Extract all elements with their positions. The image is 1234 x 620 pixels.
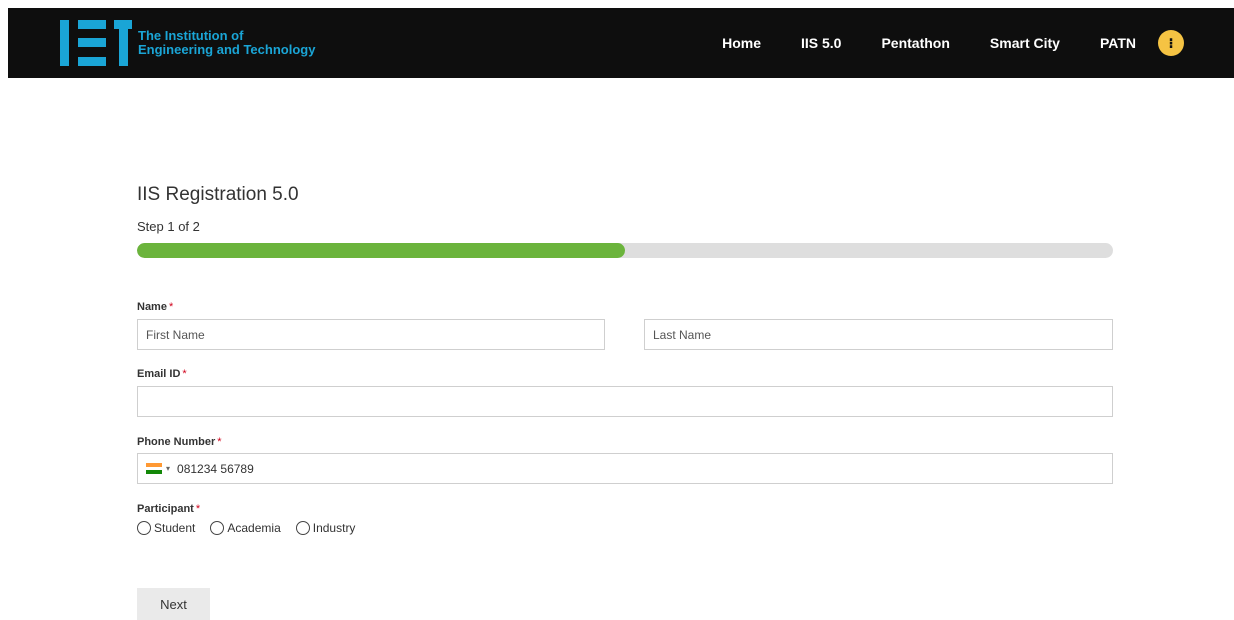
nav-iis[interactable]: IIS 5.0 <box>801 35 841 51</box>
required-marker: * <box>182 368 187 380</box>
email-field[interactable] <box>137 386 1113 417</box>
last-name-field[interactable]: Last Name <box>644 319 1113 350</box>
required-marker: * <box>168 301 174 313</box>
iet-logo-mark <box>60 20 132 66</box>
radio-industry[interactable]: Industry <box>295 521 356 535</box>
radio-circle-icon[interactable] <box>210 521 225 535</box>
last-name-placeholder: Last Name <box>653 327 712 342</box>
step-indicator: Step 1 of 2 <box>137 219 200 234</box>
main-nav: Home IIS 5.0 Pentathon Smart City PATN ⁝ <box>722 8 1184 78</box>
iet-logo[interactable]: The Institution of Engineering and Techn… <box>60 20 315 66</box>
radio-student-label: Student <box>154 521 196 535</box>
name-label-text: Name <box>137 301 167 313</box>
nav-home[interactable]: Home <box>722 35 761 51</box>
progress-bar <box>137 243 1113 258</box>
participant-label-text: Participant <box>137 503 194 515</box>
site-header: The Institution of Engineering and Techn… <box>8 8 1234 78</box>
logo-text-line2: Engineering and Technology <box>138 42 316 57</box>
required-marker: * <box>217 436 222 448</box>
phone-label: Phone Number * <box>137 436 222 448</box>
radio-industry-label: Industry <box>312 521 356 535</box>
india-flag-icon[interactable] <box>146 463 162 474</box>
first-name-field[interactable]: First Name <box>137 319 605 350</box>
chevron-down-icon[interactable]: ▾ <box>166 464 170 473</box>
participant-label: Participant * <box>137 503 200 515</box>
radio-circle-icon[interactable] <box>137 521 151 535</box>
progress-bar-fill <box>137 243 625 258</box>
name-label: Name * <box>137 301 173 313</box>
nav-pentathon[interactable]: Pentathon <box>881 35 949 51</box>
email-label-text: Email ID <box>137 368 181 380</box>
page-title: IIS Registration 5.0 <box>137 184 299 205</box>
first-name-placeholder: First Name <box>146 327 205 342</box>
radio-academia[interactable]: Academia <box>210 521 281 535</box>
radio-student[interactable]: Student <box>137 521 195 535</box>
email-label: Email ID * <box>137 368 187 380</box>
required-marker: * <box>195 503 201 515</box>
iet-logo-text: The Institution of Engineering and Techn… <box>138 29 315 57</box>
nav-patn[interactable]: PATN <box>1100 35 1136 51</box>
participant-radio-group: Student Academia Industry <box>137 521 370 535</box>
radio-circle-icon[interactable] <box>295 521 310 535</box>
info-icon[interactable]: ⁝ <box>1158 30 1184 56</box>
logo-text-line1: The Institution of <box>138 28 244 43</box>
next-button[interactable]: Next <box>137 588 210 620</box>
phone-field[interactable]: ▾ 081234 56789 <box>137 453 1113 484</box>
nav-smart-city[interactable]: Smart City <box>990 35 1060 51</box>
radio-academia-label: Academia <box>227 521 281 535</box>
phone-label-text: Phone Number <box>137 436 216 448</box>
phone-value: 081234 56789 <box>177 461 254 476</box>
